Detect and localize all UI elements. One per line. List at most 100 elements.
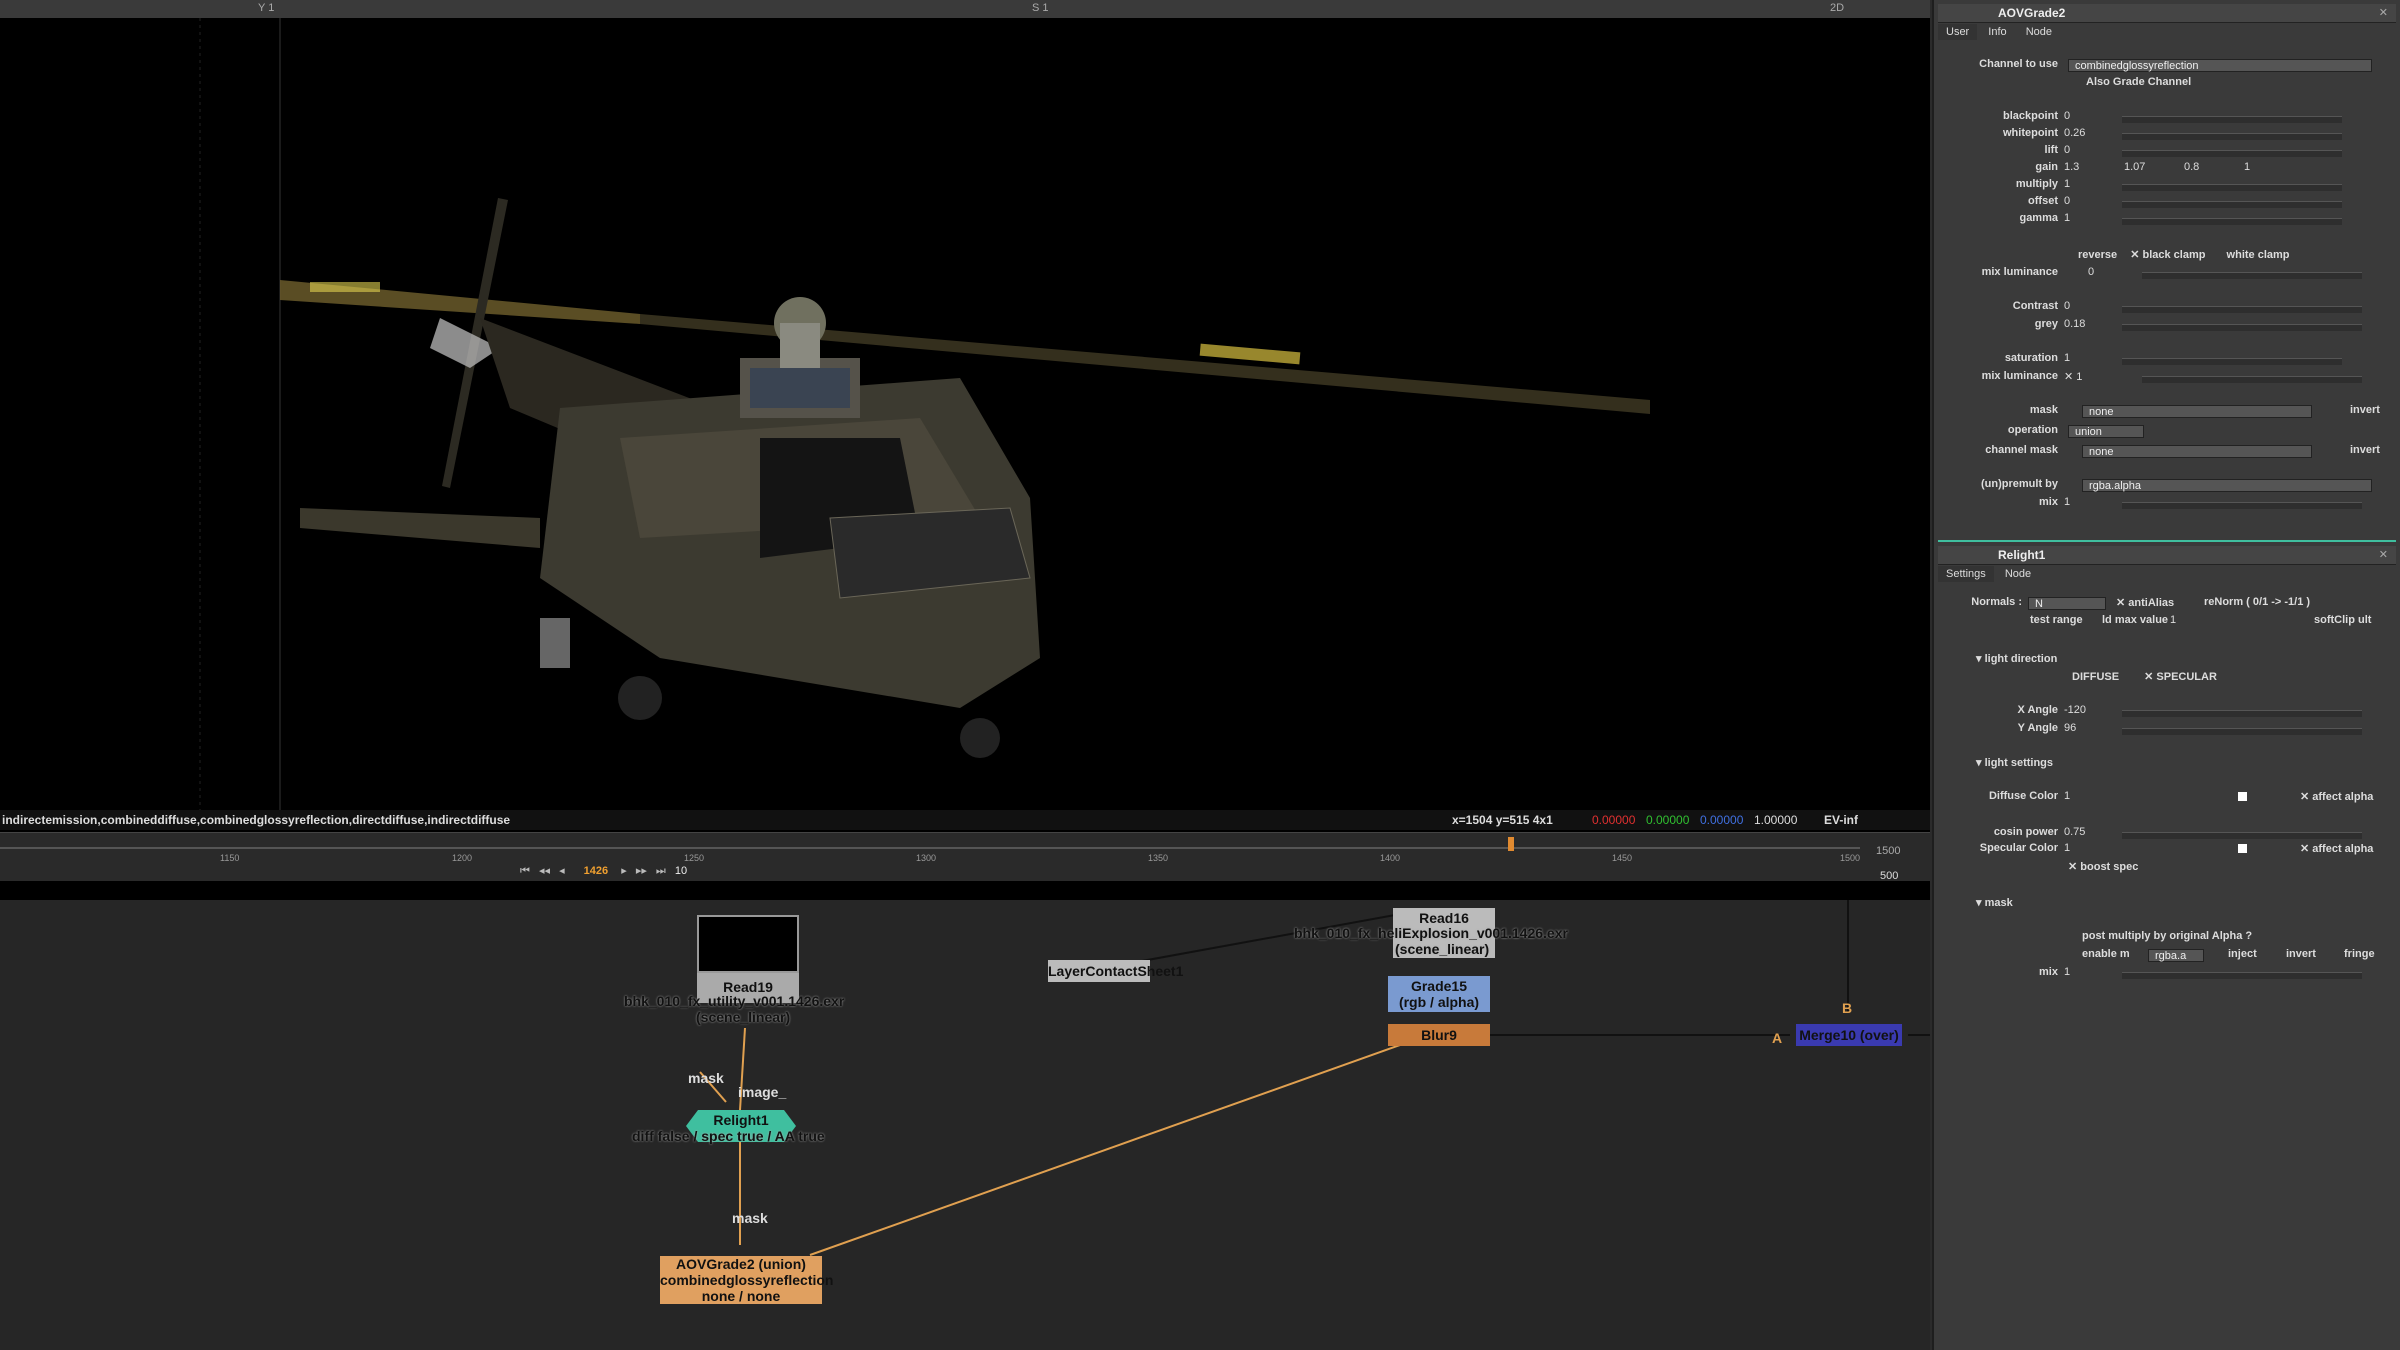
contrast-slider[interactable] — [2122, 306, 2362, 313]
lift-slider[interactable] — [2122, 150, 2342, 157]
current-frame-field[interactable]: 1426 — [584, 865, 608, 877]
relight-mix-slider[interactable] — [2122, 972, 2362, 979]
step-back-icon[interactable]: ◂ — [559, 864, 565, 877]
blackpoint-slider[interactable] — [2122, 116, 2342, 123]
tab-relight-node[interactable]: Node — [1997, 566, 2039, 582]
gamma-value[interactable]: 1 — [2064, 212, 2070, 224]
gain-g-value[interactable]: 1.07 — [2124, 161, 2145, 173]
mix-luminance2-value[interactable]: ✕ 1 — [2064, 370, 2082, 383]
grey-slider[interactable] — [2122, 324, 2362, 331]
aovgrade2-node[interactable]: AOVGrade2 (union) combinedglossyreflecti… — [660, 1256, 833, 1304]
x-angle-slider[interactable] — [2122, 710, 2362, 717]
end-frame[interactable]: 1500 — [1876, 845, 1900, 857]
diffuse-affect-alpha-checkbox[interactable]: ✕ affect alpha — [2300, 790, 2373, 803]
grey-value[interactable]: 0.18 — [2064, 318, 2085, 330]
x-angle-value[interactable]: -120 — [2064, 704, 2086, 716]
grade15-node[interactable]: Grade15 (rgb / alpha) — [1388, 976, 1490, 1012]
diffuse-color-value[interactable]: 1 — [2064, 790, 2070, 802]
node-graph[interactable]: Read19 bhk_010_fx_utility_v001.1426.exr … — [0, 900, 1930, 1350]
boost-spec-checkbox[interactable]: ✕ boost spec — [2068, 861, 2138, 873]
first-frame-icon[interactable]: ⏮ — [520, 865, 530, 878]
mix-luminance-value[interactable]: 0 — [2088, 266, 2094, 278]
saturation-slider[interactable] — [2122, 358, 2342, 365]
cosin-value[interactable]: 0.75 — [2064, 826, 2085, 838]
gain-a-value[interactable]: 1 — [2244, 161, 2250, 173]
fringe-checkbox[interactable]: fringe — [2344, 948, 2375, 960]
relight1-panel-header[interactable]: Relight1 ✕ — [1938, 546, 2396, 565]
tab-info[interactable]: Info — [1980, 24, 2014, 40]
tab-settings[interactable]: Settings — [1938, 566, 1994, 582]
multiply-value[interactable]: 1 — [2064, 178, 2070, 190]
enable-mask-checkbox[interactable]: enable m — [2082, 948, 2130, 960]
end-small-field[interactable]: 500 — [1880, 870, 1898, 882]
relight-close-icon[interactable]: ✕ — [2379, 548, 2388, 561]
premult-dropdown[interactable]: rgba.alpha — [2082, 479, 2372, 492]
light-direction-section[interactable]: ▾ light direction — [1976, 652, 2057, 665]
reverse-checkbox[interactable]: reverse — [2078, 249, 2117, 261]
spec-color-swatch[interactable] — [2238, 842, 2247, 854]
tab-user[interactable]: User — [1938, 24, 1978, 40]
layer-contact-sheet-node[interactable]: LayerContactSheet1 — [1048, 960, 1183, 982]
boost-spec-row[interactable]: ✕ boost spec — [2068, 860, 2138, 876]
mix-slider[interactable] — [2122, 502, 2362, 509]
aovgrade2-panel-header[interactable]: AOVGrade2 ✕ — [1938, 4, 2396, 23]
mask-invert-checkbox[interactable]: invert — [2350, 404, 2380, 416]
light-settings-section[interactable]: ▾ light settings — [1976, 756, 2053, 769]
timeline-panel[interactable]: 1150 1200 1250 1300 1350 1400 1450 1500 … — [0, 832, 1930, 881]
mask-section[interactable]: ▾ mask — [1976, 896, 2013, 909]
channel-dropdown[interactable]: combinedglossyreflection — [2068, 59, 2372, 72]
playhead[interactable] — [1508, 837, 1514, 851]
softclip-checkbox[interactable]: softClip ult — [2314, 614, 2371, 626]
mask-dropdown[interactable]: none — [2082, 405, 2312, 418]
lift-value[interactable]: 0 — [2064, 144, 2070, 156]
panel-close-icon[interactable]: ✕ — [2379, 6, 2388, 19]
cosin-slider[interactable] — [2122, 832, 2362, 839]
channel-mask-dropdown[interactable]: none — [2082, 445, 2312, 458]
offset-value[interactable]: 0 — [2064, 195, 2070, 207]
also-grade-row[interactable]: Also Grade Channel — [2086, 76, 2191, 92]
blur9-node[interactable]: Blur9 — [1388, 1024, 1490, 1046]
spec-color-value[interactable]: 1 — [2064, 842, 2070, 854]
relight-invert-checkbox[interactable]: invert — [2286, 948, 2316, 960]
channel-mask-invert-checkbox[interactable]: invert — [2350, 444, 2380, 456]
gamma-slider[interactable] — [2122, 218, 2342, 225]
read19-thumbnail[interactable] — [697, 915, 799, 973]
tab-node[interactable]: Node — [2018, 24, 2060, 40]
black-clamp-checkbox[interactable]: ✕ black clamp — [2130, 249, 2205, 261]
operation-dropdown[interactable]: union — [2068, 425, 2144, 438]
mix-value[interactable]: 1 — [2064, 496, 2070, 508]
mix-luminance-slider[interactable] — [2142, 272, 2362, 279]
merge10-node[interactable]: Merge10 (over) — [1796, 1024, 1902, 1046]
test-range-checkbox[interactable]: test range — [2030, 614, 2083, 626]
gain-value[interactable]: 1.3 — [2064, 161, 2079, 173]
saturation-value[interactable]: 1 — [2064, 352, 2070, 364]
ld-max-value[interactable]: 1 — [2170, 614, 2176, 626]
relight1-panel[interactable]: Relight1 ✕ Settings Node Normals : N ✕ a… — [1938, 546, 2396, 996]
inject-checkbox[interactable]: inject — [2228, 948, 2257, 960]
gain-b-value[interactable]: 0.8 — [2184, 161, 2199, 173]
aovgrade2-panel[interactable]: AOVGrade2 ✕ User Info Node Channel to us… — [1938, 4, 2396, 542]
spec-affect-alpha-checkbox[interactable]: ✕ affect alpha — [2300, 842, 2373, 855]
y-angle-value[interactable]: 96 — [2064, 722, 2076, 734]
viewer-panel[interactable]: Y 1 S 1 2D indirectemission,combineddiff… — [0, 0, 1930, 900]
white-clamp-checkbox[interactable]: white clamp — [2227, 249, 2290, 261]
diffuse-color-swatch[interactable] — [2238, 790, 2247, 802]
contrast-value[interactable]: 0 — [2064, 300, 2070, 312]
renorm-checkbox[interactable]: reNorm ( 0/1 -> -1/1 ) — [2204, 596, 2310, 608]
whitepoint-slider[interactable] — [2122, 133, 2342, 140]
prev-key-icon[interactable]: ◂◂ — [539, 864, 550, 877]
y-angle-slider[interactable] — [2122, 728, 2362, 735]
step-field[interactable]: 10 — [675, 865, 687, 877]
step-forward-icon[interactable]: ▸▸ — [636, 864, 647, 877]
normals-dropdown[interactable]: N — [2028, 597, 2106, 610]
properties-bin[interactable]: AOVGrade2 ✕ User Info Node Channel to us… — [1932, 0, 2400, 1350]
viewer-image[interactable] — [0, 18, 1930, 810]
viewer-mode-2d[interactable]: 2D — [1830, 2, 1844, 14]
whitepoint-value[interactable]: 0.26 — [2064, 127, 2085, 139]
timeline-track[interactable] — [0, 847, 1860, 849]
antialias-checkbox[interactable]: ✕ antiAlias — [2116, 596, 2174, 609]
relight-mix-value[interactable]: 1 — [2064, 966, 2070, 978]
last-frame-icon[interactable]: ⏭ — [656, 865, 666, 878]
blackpoint-value[interactable]: 0 — [2064, 110, 2070, 122]
post-multiply-checkbox[interactable]: post multiply by original Alpha ? — [2082, 930, 2252, 942]
